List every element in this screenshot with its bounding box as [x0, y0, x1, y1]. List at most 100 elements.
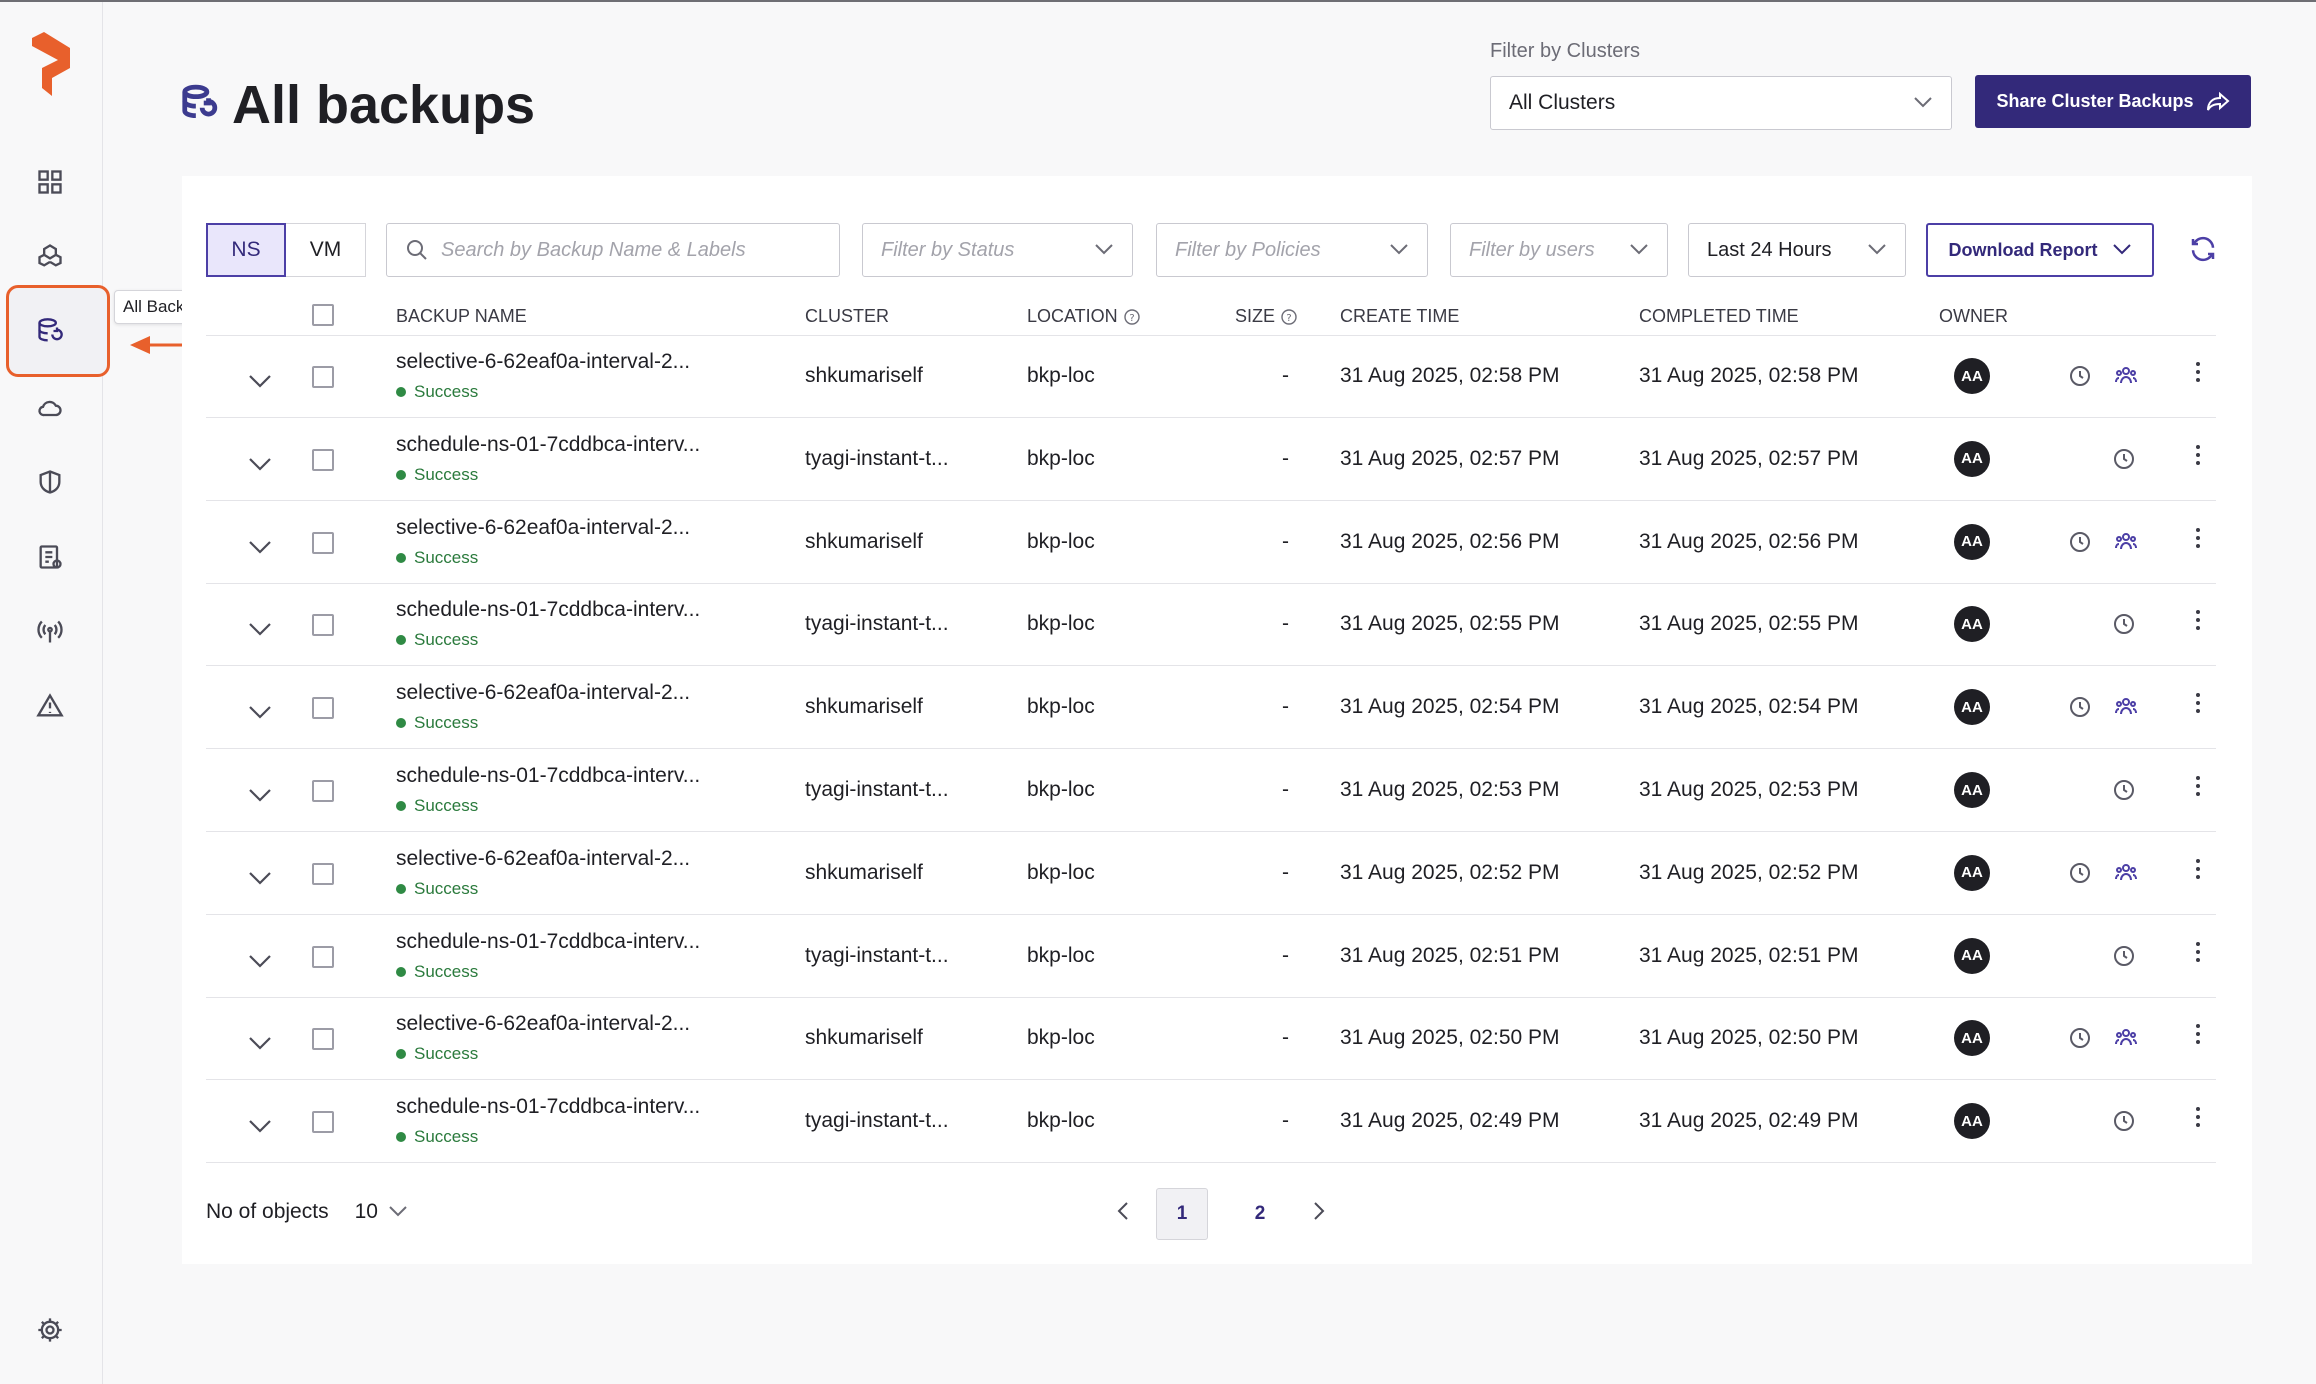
row-checkbox[interactable] [312, 531, 334, 554]
toggle-vm[interactable]: VM [286, 223, 366, 277]
backup-name[interactable]: schedule-ns-01-7cddbca-interv... [396, 433, 700, 457]
row-checkbox[interactable] [312, 945, 334, 968]
table-row[interactable]: selective-6-62eaf0a-interval-2... Success… [206, 502, 2216, 584]
col-completed-time[interactable]: COMPLETED TIME [1639, 306, 1799, 327]
antenna-icon[interactable] [32, 614, 68, 650]
shared-users-icon[interactable] [2114, 1026, 2138, 1056]
row-checkbox[interactable] [312, 1028, 334, 1051]
col-location[interactable]: LOCATION ? [1027, 306, 1140, 327]
row-actions-menu-icon[interactable] [2196, 1024, 2202, 1045]
backup-name[interactable]: selective-6-62eaf0a-interval-2... [396, 516, 690, 540]
status-filter-select[interactable]: Filter by Status [862, 223, 1133, 277]
col-create-time[interactable]: CREATE TIME [1340, 306, 1459, 327]
backup-name[interactable]: schedule-ns-01-7cddbca-interv... [396, 1095, 700, 1119]
shared-users-icon[interactable] [2114, 530, 2138, 560]
backup-name[interactable]: schedule-ns-01-7cddbca-interv... [396, 598, 700, 622]
toggle-ns[interactable]: NS [206, 223, 286, 277]
col-cluster[interactable]: CLUSTER [805, 306, 889, 327]
schedule-clock-icon[interactable] [2112, 944, 2136, 974]
col-backup-name[interactable]: BACKUP NAME [396, 306, 527, 327]
row-checkbox[interactable] [312, 448, 334, 471]
info-icon[interactable]: ? [1123, 308, 1140, 325]
expand-row-icon[interactable] [248, 1115, 272, 1139]
row-actions-menu-icon[interactable] [2196, 444, 2202, 465]
backup-name[interactable]: schedule-ns-01-7cddbca-interv... [396, 930, 700, 954]
expand-row-icon[interactable] [248, 453, 272, 477]
page-button-1[interactable]: 1 [1156, 1188, 1208, 1240]
row-actions-menu-icon[interactable] [2196, 941, 2202, 962]
schedule-clock-icon[interactable] [2112, 447, 2136, 477]
row-actions-menu-icon[interactable] [2196, 362, 2202, 382]
expand-row-icon[interactable] [248, 950, 272, 974]
schedule-clock-icon[interactable] [2068, 861, 2092, 891]
backup-name[interactable]: selective-6-62eaf0a-interval-2... [396, 1012, 690, 1036]
schedule-clock-icon[interactable] [2068, 530, 2092, 560]
shared-users-icon[interactable] [2114, 695, 2138, 725]
row-checkbox[interactable] [312, 614, 334, 637]
info-icon[interactable]: ? [1281, 308, 1297, 325]
expand-row-icon[interactable] [248, 701, 272, 725]
table-row[interactable]: selective-6-62eaf0a-interval-2... Success… [206, 336, 2216, 418]
row-actions-menu-icon[interactable] [2196, 610, 2202, 631]
table-row[interactable]: selective-6-62eaf0a-interval-2... Success… [206, 833, 2216, 915]
row-actions-menu-icon[interactable] [2196, 527, 2202, 548]
expand-row-icon[interactable] [248, 536, 272, 560]
backup-name[interactable]: selective-6-62eaf0a-interval-2... [396, 847, 690, 871]
dashboard-icon[interactable] [32, 164, 68, 200]
row-checkbox[interactable] [312, 697, 334, 720]
row-actions-menu-icon[interactable] [2196, 776, 2202, 796]
schedule-clock-icon[interactable] [2112, 1109, 2136, 1139]
schedule-clock-icon[interactable] [2068, 1026, 2092, 1056]
row-actions-menu-icon[interactable] [2196, 693, 2202, 714]
row-checkbox[interactable] [312, 366, 334, 388]
users-filter-select[interactable]: Filter by users [1450, 223, 1668, 277]
prev-page-icon[interactable] [1116, 1200, 1130, 1228]
backup-name[interactable]: selective-6-62eaf0a-interval-2... [396, 350, 690, 374]
refresh-icon[interactable] [2188, 234, 2218, 264]
row-checkbox[interactable] [312, 1111, 334, 1134]
schedule-clock-icon[interactable] [2112, 778, 2136, 808]
table-row[interactable]: selective-6-62eaf0a-interval-2... Success… [206, 667, 2216, 750]
shield-icon[interactable] [32, 464, 68, 500]
applications-icon[interactable] [32, 238, 68, 274]
time-range-select[interactable]: Last 24 Hours [1688, 223, 1906, 277]
table-row[interactable]: schedule-ns-01-7cddbca-interv... Success t… [206, 916, 2216, 998]
table-row[interactable]: schedule-ns-01-7cddbca-interv... Success t… [206, 419, 2216, 501]
schedule-clock-icon[interactable] [2112, 612, 2136, 642]
backup-name[interactable]: schedule-ns-01-7cddbca-interv... [396, 764, 700, 788]
settings-gear-icon[interactable] [32, 1312, 68, 1348]
download-report-button[interactable]: Download Report [1926, 223, 2154, 277]
backup-name[interactable]: selective-6-62eaf0a-interval-2... [396, 681, 690, 705]
next-page-icon[interactable] [1312, 1200, 1326, 1228]
alert-icon[interactable] [32, 688, 68, 724]
cluster-filter-select[interactable]: All Clusters [1490, 76, 1952, 130]
col-size[interactable]: SIZE ? [1235, 306, 1297, 327]
search-input[interactable]: Search by Backup Name & Labels [386, 223, 840, 277]
schedule-clock-icon[interactable] [2068, 364, 2092, 394]
expand-row-icon[interactable] [248, 784, 272, 808]
shared-users-icon[interactable] [2114, 364, 2138, 394]
backups-icon[interactable] [32, 313, 68, 349]
share-cluster-backups-button[interactable]: Share Cluster Backups [1975, 75, 2251, 128]
policies-filter-select[interactable]: Filter by Policies [1156, 223, 1428, 277]
expand-row-icon[interactable] [248, 1032, 272, 1056]
row-actions-menu-icon[interactable] [2196, 1107, 2202, 1128]
select-all-checkbox[interactable] [312, 304, 334, 326]
table-row[interactable]: schedule-ns-01-7cddbca-interv... Success t… [206, 584, 2216, 667]
table-row[interactable]: schedule-ns-01-7cddbca-interv... Success t… [206, 750, 2216, 832]
col-owner[interactable]: OWNER [1939, 306, 2008, 327]
objects-per-page-select[interactable]: 10 [355, 1200, 408, 1224]
row-checkbox[interactable] [312, 862, 334, 885]
page-button-2[interactable]: 2 [1234, 1188, 1286, 1240]
shared-users-icon[interactable] [2114, 861, 2138, 891]
reports-icon[interactable] [32, 539, 68, 575]
expand-row-icon[interactable] [248, 618, 272, 642]
row-actions-menu-icon[interactable] [2196, 858, 2202, 879]
table-row[interactable]: selective-6-62eaf0a-interval-2... Success… [206, 998, 2216, 1081]
row-checkbox[interactable] [312, 780, 334, 802]
expand-row-icon[interactable] [248, 370, 272, 394]
table-row[interactable]: schedule-ns-01-7cddbca-interv... Success t… [206, 1081, 2216, 1164]
schedule-clock-icon[interactable] [2068, 695, 2092, 725]
cloud-icon[interactable] [32, 390, 68, 426]
expand-row-icon[interactable] [248, 867, 272, 891]
